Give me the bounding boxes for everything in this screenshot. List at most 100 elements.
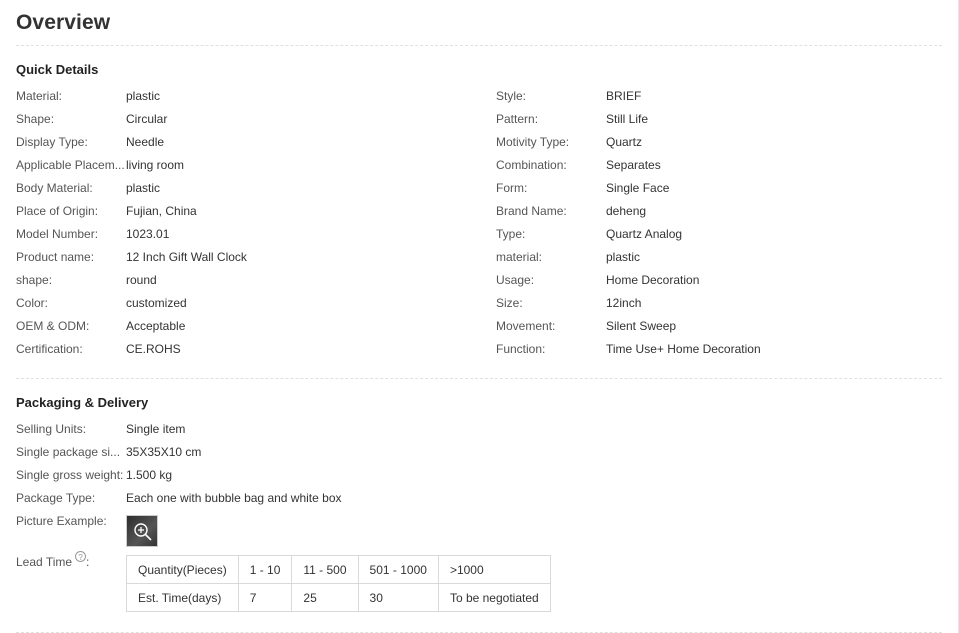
detail-label: Product name: [16,250,95,264]
detail-value: 1.500 kg [126,468,173,482]
detail-label: Model Number: [16,227,99,241]
detail-label: OEM & ODM: [16,319,90,333]
table-cell: Est. Time(days) [126,583,239,612]
detail-label: Style: [496,89,527,103]
detail-label: Brand Name: [496,204,567,218]
detail-label: shape: [16,273,53,287]
detail-value: 12 Inch Gift Wall Clock [126,250,247,264]
overview-panel: Overview Quick Details Material: plastic S… [16,0,942,633]
table-cell: 30 [357,583,439,612]
packaging-detail-row: Selling Units: Single item [16,418,185,441]
quick-detail-row: Type: Quartz Analog [496,223,682,246]
quick-detail-row: Function: Time Use+ Home Decoration [496,338,761,361]
detail-label: Certification: [16,342,83,356]
quick-detail-row: Style: BRIEF [496,85,641,108]
detail-label: Material: [16,89,63,103]
detail-value: living room [126,158,185,172]
detail-label: Selling Units: [16,422,87,436]
table-cell: Quantity(Pieces) [126,555,239,584]
lead-time-row: Lead Time ?: [16,551,89,574]
help-icon[interactable]: ? [75,551,87,562]
detail-value: round [126,273,157,287]
quick-detail-row: Display Type: Needle [16,131,164,154]
detail-value: plastic [606,250,641,264]
detail-label: Function: [496,342,546,356]
quick-detail-row: Movement: Silent Sweep [496,315,676,338]
quick-detail-row: Shape: Circular [16,108,167,131]
detail-label: Motivity Type: [496,135,570,149]
picture-example-label: Picture Example: [16,514,107,528]
detail-value: Time Use+ Home Decoration [606,342,761,356]
detail-value: plastic [126,181,161,195]
detail-value: deheng [606,204,647,218]
detail-label: Combination: [496,158,567,172]
lead-time-label: Lead Time [16,555,73,569]
zoom-in-icon [134,523,152,541]
detail-value: Single Face [606,181,670,195]
detail-value: Separates [606,158,661,172]
detail-label: material: [496,250,543,264]
quick-detail-row: Certification: CE.ROHS [16,338,181,361]
quick-detail-row: Material: plastic [16,85,160,108]
quick-detail-row: Place of Origin: Fujian, China [16,200,197,223]
detail-label: Size: [496,296,523,310]
detail-value: Quartz Analog [606,227,683,241]
detail-value: 1023.01 [126,227,170,241]
packaging-detail-row: Package Type: Each one with bubble bag an… [16,487,342,510]
detail-label: Body Material: [16,181,93,195]
detail-value: plastic [126,89,161,103]
detail-label: Pattern: [496,112,539,126]
detail-value: Silent Sweep [606,319,677,333]
quick-detail-row: Size: 12inch [496,292,641,315]
quick-detail-row: OEM & ODM: Acceptable [16,315,185,338]
quick-detail-row: Usage: Home Decoration [496,269,699,292]
quick-detail-row: Body Material: plastic [16,177,160,200]
detail-value: Circular [126,112,168,126]
table-cell: >1000 [437,555,551,584]
quick-detail-row: Product name: 12 Inch Gift Wall Clock [16,246,247,269]
detail-label: Package Type: [16,491,96,505]
detail-label: Single package si... [16,445,121,459]
detail-value: Needle [126,135,165,149]
detail-value: Fujian, China [126,204,197,218]
table-cell: 11 - 500 [291,555,359,584]
detail-label: Usage: [496,273,535,287]
table-cell: 1 - 10 [237,555,293,584]
table-cell: 25 [291,583,359,612]
quick-detail-row: Combination: Separates [496,154,661,177]
detail-value: Quartz [606,135,643,149]
quick-detail-row: shape: round [16,269,157,292]
quick-detail-row: Brand Name: deheng [496,200,646,223]
detail-value: Acceptable [126,319,186,333]
picture-example-row: Picture Example: [16,510,126,533]
quick-detail-row: Applicable Placem... living room [16,154,184,177]
table-cell: 501 - 1000 [357,555,439,584]
detail-label: Shape: [16,112,55,126]
detail-value: customized [126,296,187,310]
detail-label: Form: [496,181,528,195]
packaging-delivery-heading: Packaging & Delivery [16,395,149,410]
table-row: Est. Time(days) 7 25 30 To be negotiated [126,583,551,612]
detail-value: Each one with bubble bag and white box [126,491,342,505]
quick-detail-row: material: plastic [496,246,640,269]
detail-value: 12inch [606,296,642,310]
quick-details-heading: Quick Details [16,62,99,77]
page-title: Overview [16,0,942,46]
detail-label: Display Type: [16,135,88,149]
quick-detail-row: Form: Single Face [496,177,669,200]
detail-label: Applicable Placem... [16,158,125,172]
quick-detail-row: Color: customized [16,292,187,315]
lead-time-colon: : [86,555,90,569]
quick-detail-row: Pattern: Still Life [496,108,648,131]
detail-label: Type: [496,227,526,241]
quick-detail-row: Motivity Type: Quartz [496,131,642,154]
table-cell: 7 [237,583,293,612]
detail-value: Home Decoration [606,273,700,287]
packaging-detail-row: Single package si... 35X35X10 cm [16,441,201,464]
quick-detail-row: Model Number: 1023.01 [16,223,169,246]
detail-value: BRIEF [606,89,642,103]
lead-time-table: Quantity(Pieces) 1 - 10 11 - 500 501 - 1000… [126,555,551,612]
detail-value: 35X35X10 cm [126,445,202,459]
detail-label: Movement: [496,319,556,333]
picture-example-thumbnail[interactable] [126,515,158,547]
